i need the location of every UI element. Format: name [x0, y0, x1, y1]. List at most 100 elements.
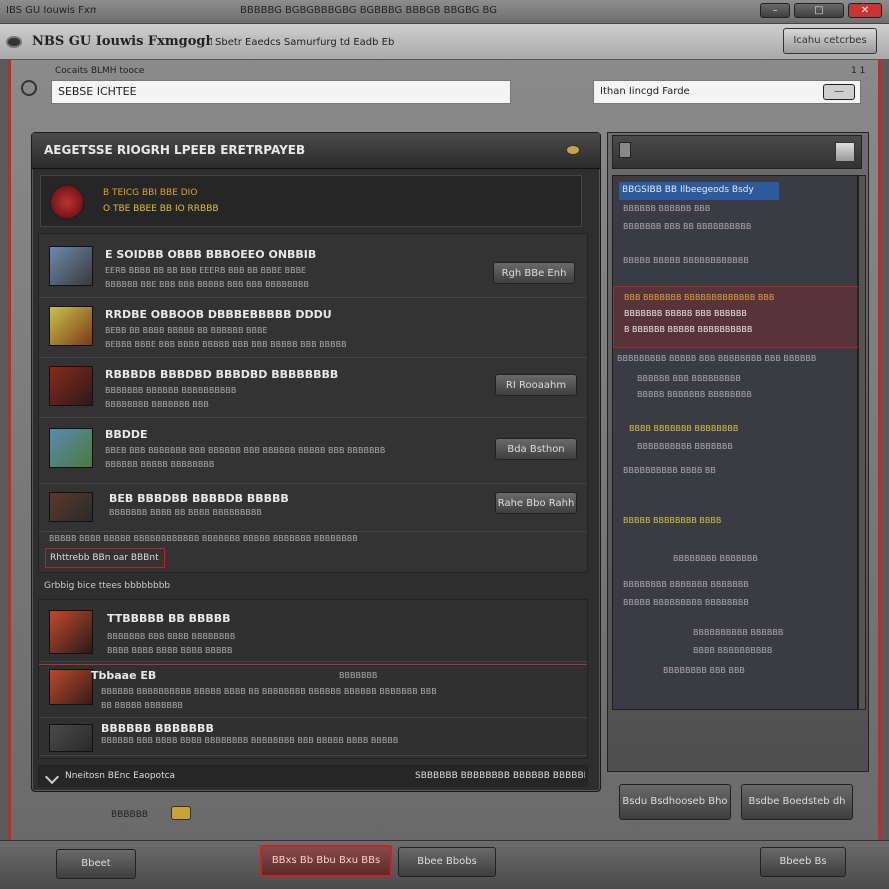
sidebar-highlight[interactable]: BBB BBBBBBB BBBBBBBBBBBBB BBB BBBBBBB BB… [613, 286, 859, 348]
list-item-title: TTBBBBB BB BBBBB [107, 612, 231, 625]
list-item[interactable]: RRDBE OBBOOB DBBBEBBBBB DDDU BEBB BB BBB… [39, 300, 587, 358]
menu-bar: NBS GU Iouwis Fxmgoghe Sbetr Eaedcs Samu… [0, 24, 889, 60]
footer-button-4[interactable]: Bbeeb Bs [760, 847, 846, 877]
list-item-line2: BBBBBBBB BBBBBBB BBB [105, 400, 209, 409]
scrollbar[interactable] [858, 175, 866, 710]
sidebar-row[interactable]: BBB BBBBBBB BBBBBBBBBBBBB BBB [624, 293, 844, 302]
list-item-button[interactable]: Rgh BBe Enh [493, 262, 575, 284]
list-item-aside: BBBBBBB [339, 671, 378, 680]
list-item-line1: BBEB BBB BBBBBBB BBB BBBBBB BBB BBBBBB B… [105, 446, 386, 455]
thumbnail [49, 492, 93, 522]
list-item[interactable]: E SOIDBB OBBB BBBOEEO ONBBIB EERB BBBB B… [39, 240, 587, 298]
sidebar-row[interactable]: BBBBBBB BBBBB BBB BBBBBB [624, 309, 844, 318]
thumbnail [49, 669, 93, 705]
list-item[interactable]: Tbbaae EB BBBBBBB BBBBBB BBBBBBBBBB BBBB… [39, 664, 587, 718]
thumbnail [49, 724, 93, 752]
list-item-title: Tbbaae EB [91, 669, 157, 682]
sidebar-row[interactable]: BBBBB BBBBBBBB BBBB [623, 516, 833, 525]
section-label: Grbbig bice ttees bbbbbbbb [44, 581, 171, 591]
list-item[interactable]: BBDDE BBEB BBB BBBBBBB BBB BBBBBB BBB BB… [39, 420, 587, 484]
sidebar-row[interactable]: BBBBB BBBBB BBBBBBBBBBBB [623, 256, 843, 265]
list-item-line2: BBBBBB BBE BBB BBB BBBBB BBB BBB BBBBBBB… [105, 280, 309, 289]
featured-item[interactable]: B TEICG BBI BBE DIO O TBE BBEE BB IO RRB… [40, 175, 582, 227]
footer-bar: Bbeet BBxs Bb Bbu Bxu BBs Bbee Bbobs Bbe… [0, 840, 889, 889]
doc-icon [619, 142, 631, 158]
sidebar-row[interactable]: BBBB BBBBBBBBBB [693, 646, 853, 655]
right-sidebar-list: BBGSIBB BB Ilbeegeods Bsdy BBBBBB BBBBBB… [612, 175, 859, 710]
main-panel-header: AEGETSSE RIOGRH LPEEB ERETRPAYEB [32, 133, 600, 169]
footer-button-3[interactable]: Bbee Bbobs [398, 847, 496, 877]
sidebar-row[interactable]: BBBBB BBBBBBB BBBBBBBB [637, 390, 847, 399]
list-item[interactable]: BBBBBB BBBBBBB BBBBBB BBB BBBB BBBB BBBB… [39, 720, 587, 756]
flag-icon[interactable] [835, 142, 855, 162]
list-item-button[interactable]: RI Rooaahm [495, 374, 577, 396]
sidebar-row[interactable]: BBGSIBB BB Ilbeegeods Bsdy [619, 182, 779, 200]
list-item[interactable]: RBBBDB BBBDBD BBBDBD BBBBBBBB BBBBBBB BB… [39, 360, 587, 418]
list-item-title: BEB BBBDBB BBBBDB BBBBB [109, 492, 289, 505]
right-panel: BBGSIBB BB Ilbeegeods Bsdy BBBBBB BBBBBB… [607, 132, 869, 772]
main-window: Cocaits BLMH tooce SEBSE ICHTEE 1 1 Itha… [8, 60, 881, 840]
list-item-line1: EERB BBBB BB BB BBB EEERB BBB BB BBBE BB… [105, 266, 307, 275]
thumbnail [49, 428, 93, 468]
featured-line1: B TEICG BBI BBE DIO [103, 188, 198, 198]
top-right-button[interactable]: Icahu cetcrbes [783, 28, 877, 54]
title-bar: IBS GU Iouwis Fxmgoghe BBBBBG BGBGBBBGBG… [0, 0, 889, 24]
search-button[interactable]: — [823, 84, 855, 100]
list-item-line1: BBBBBB BBBBBBBBBB BBBBB BBBB BB BBBBBBBB… [101, 687, 437, 696]
edit-icon[interactable] [44, 769, 60, 785]
list-item-line2: BB BBBBB BBBBBBB [101, 701, 183, 710]
right-button-left[interactable]: Bsdu Bsdhooseb Bho [619, 784, 731, 820]
list-item-title: RRDBE OBBOOB DBBBEBBBBB DDDU [105, 308, 332, 321]
maximize-button[interactable]: □ [794, 3, 844, 18]
list-item-line2: BBBB BBBB BBBB BBBB BBBBB [107, 646, 233, 655]
address-input[interactable]: SEBSE ICHTEE [51, 80, 511, 104]
main-panel-title: AEGETSSE RIOGRH LPEEB ERETRPAYEB [44, 143, 306, 157]
featured-line2: O TBE BBEE BB IO RRBBB [103, 204, 219, 214]
list-item[interactable]: BEB BBBDBB BBBBDB BBBBB BBBBBBB BBBB BB … [39, 486, 587, 532]
close-button[interactable]: ✕ [848, 3, 882, 18]
sidebar-row[interactable]: BBBBBBB BBB BB BBBBBBBBBB [623, 222, 843, 231]
nav-circle-icon[interactable] [21, 80, 37, 96]
list-item-button[interactable]: Bda Bsthon [495, 438, 577, 460]
tag-button[interactable]: Rhttrebb BBn oar BBBnt [45, 548, 165, 568]
thumbnail [49, 306, 93, 346]
sidebar-row[interactable]: B BBBBBB BBBBB BBBBBBBBBB [624, 325, 844, 334]
sidebar-row[interactable]: BBBBBBBB BBBBBBB BBBBBBB [623, 580, 843, 589]
footer-button-1[interactable]: Bbeet [56, 849, 136, 879]
list-item-line1: BEBB BB BBBB BBBBB BB BBBBBB BBBE [105, 326, 268, 335]
sidebar-row[interactable]: BBBBBBBBB BBBBB BBB BBBBBBBB BBB BBBBBB [617, 354, 855, 363]
list-item-line1: BBBBBBB BBBBBB BBBBBBBBBB [105, 386, 237, 395]
list-item-title: RBBBDB BBBDBD BBBDBD BBBBBBBB [105, 368, 339, 381]
sidebar-row[interactable]: BBBBBB BBB BBBBBBBBB [637, 374, 847, 383]
featured-logo-icon [49, 184, 85, 220]
list-item-button[interactable]: Rahe Bbo Rahh [495, 492, 577, 514]
summary-line: BBBBB BBBB BBBBB BBBBBBBBBBBB BBBBBBB BB… [49, 534, 358, 543]
sidebar-row[interactable]: BBBBB BBBBBBBBB BBBBBBBB [623, 598, 843, 607]
window-title: IBS GU Iouwis Fxmgoghe [6, 5, 96, 16]
right-panel-header [612, 135, 862, 169]
thumbnail [49, 246, 93, 286]
minimize-button[interactable]: – [760, 3, 790, 18]
list-item[interactable]: TTBBBBB BB BBBBB BBBBBBB BBB BBBB BBBBBB… [39, 604, 587, 662]
sidebar-row[interactable]: BBBBBB BBBBBB BBB [623, 204, 843, 213]
footer-button-2[interactable]: BBxs Bb Bbu Bxu BBs [260, 845, 392, 877]
window-controls: – □ ✕ [760, 3, 884, 20]
secondary-list: TTBBBBB BB BBBBB BBBBBBB BBB BBBB BBBBBB… [38, 599, 588, 759]
list-item-line1: BBBBBB BBB BBBB BBBB BBBBBBBB BBBBBBBB B… [101, 736, 399, 745]
sidebar-row[interactable]: BBBBBBBBBB BBBBBB [693, 628, 853, 637]
thumbnail [49, 610, 93, 654]
right-button-right[interactable]: Bsdbe Boedsteb dh [741, 784, 853, 820]
coin-icon[interactable] [566, 145, 580, 155]
list-item-title: BBDDE [105, 428, 148, 441]
footer-right-text: SBBBBBB BBBBBBBB BBBBBB BBBBBB [415, 771, 585, 781]
app-logo-icon [6, 36, 22, 48]
search-input[interactable]: Ithan Iincgd Farde [593, 80, 861, 104]
sidebar-row[interactable]: BBBBBBBBBB BBBB BB [623, 466, 833, 475]
sidebar-row[interactable]: BBBB BBBBBBB BBBBBBBB [629, 424, 839, 433]
sidebar-row[interactable]: BBBBBBBB BBBBBBB [673, 554, 853, 563]
sidebar-row[interactable]: BBBBBBBBBB BBBBBBB [637, 442, 847, 451]
panel-footer: Nneitosn BEnc Eaopotca SBBBBBB BBBBBBBB … [38, 765, 588, 787]
sidebar-row[interactable]: BBBBBBBB BBB BBB [663, 666, 843, 675]
list-item-title: E SOIDBB OBBB BBBOEEO ONBBIB [105, 248, 317, 261]
list-item-title: BBBBBB BBBBBBB [101, 722, 214, 735]
